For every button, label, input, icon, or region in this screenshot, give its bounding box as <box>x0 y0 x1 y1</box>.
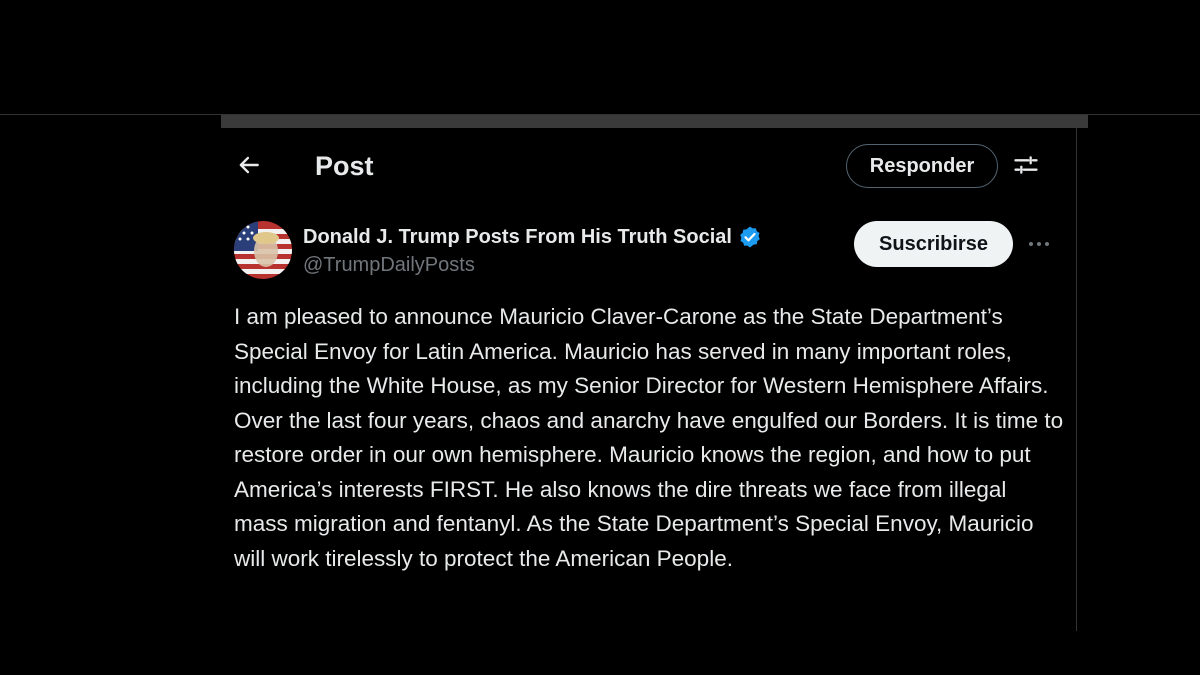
author-name[interactable]: Donald J. Trump Posts From His Truth Soc… <box>303 226 732 249</box>
post-text: I am pleased to announce Mauricio Claver… <box>234 304 1064 571</box>
subscribe-button[interactable]: Suscribirse <box>854 221 1013 267</box>
more-button[interactable] <box>1022 230 1056 258</box>
scrollbar[interactable] <box>221 115 1088 128</box>
sliders-icon <box>1012 151 1040 184</box>
settings-button[interactable] <box>1010 151 1042 183</box>
arrow-left-icon <box>236 152 262 183</box>
verified-badge-icon[interactable] <box>738 225 762 249</box>
page-title: Post <box>315 151 374 181</box>
back-button[interactable] <box>232 150 266 184</box>
reply-button[interactable]: Responder <box>846 144 998 188</box>
author-handle[interactable]: @TrumpDailyPosts <box>303 252 475 278</box>
author-name-row: Donald J. Trump Posts From His Truth Soc… <box>303 223 762 251</box>
more-horizontal-icon <box>1027 235 1051 253</box>
avatar[interactable] <box>234 221 292 279</box>
